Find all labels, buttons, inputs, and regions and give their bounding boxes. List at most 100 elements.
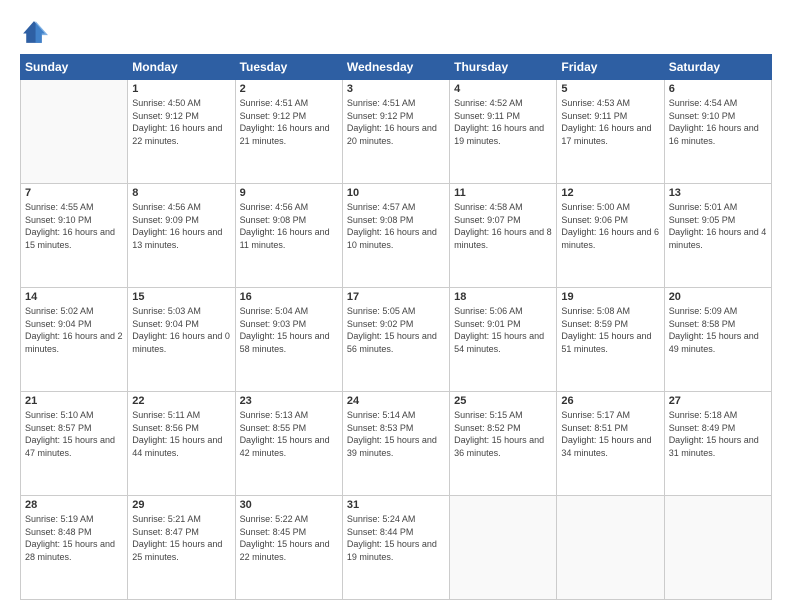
day-cell: 4Sunrise: 4:52 AMSunset: 9:11 PMDaylight…: [450, 80, 557, 184]
day-info: Sunrise: 5:18 AMSunset: 8:49 PMDaylight:…: [669, 409, 767, 459]
day-info: Sunrise: 5:00 AMSunset: 9:06 PMDaylight:…: [561, 201, 659, 251]
day-cell: 6 Sunrise: 4:54 AMSunset: 9:10 PMDaylight…: [664, 80, 771, 184]
day-info: Sunrise: 5:03 AMSunset: 9:04 PMDaylight:…: [132, 305, 230, 355]
day-info: Sunrise: 5:15 AMSunset: 8:52 PMDaylight:…: [454, 409, 552, 459]
weekday-row: SundayMondayTuesdayWednesdayThursdayFrid…: [21, 55, 772, 80]
day-number: 6: [669, 83, 767, 95]
week-row-5: 28 Sunrise: 5:19 AMSunset: 8:48 PMDayligh…: [21, 496, 772, 600]
day-number: 17: [347, 291, 445, 303]
day-number: 7: [25, 187, 123, 199]
day-number: 9: [240, 187, 338, 199]
day-info: Sunrise: 5:22 AMSunset: 8:45 PMDaylight:…: [240, 513, 338, 563]
day-info: Sunrise: 5:08 AMSunset: 8:59 PMDaylight:…: [561, 305, 659, 355]
day-cell: 15 Sunrise: 5:03 AMSunset: 9:04 PMDayligh…: [128, 288, 235, 392]
day-cell: 14Sunrise: 5:02 AMSunset: 9:04 PMDayligh…: [21, 288, 128, 392]
day-number: 2: [240, 83, 338, 95]
day-number: 13: [669, 187, 767, 199]
day-number: 16: [240, 291, 338, 303]
day-info: Sunrise: 4:54 AMSunset: 9:10 PMDaylight:…: [669, 97, 767, 147]
day-number: 31: [347, 499, 445, 511]
day-cell: 27Sunrise: 5:18 AMSunset: 8:49 PMDayligh…: [664, 392, 771, 496]
day-info: Sunrise: 5:06 AMSunset: 9:01 PMDaylight:…: [454, 305, 552, 355]
day-cell: 28 Sunrise: 5:19 AMSunset: 8:48 PMDayligh…: [21, 496, 128, 600]
day-number: 4: [454, 83, 552, 95]
day-cell: 17Sunrise: 5:05 AMSunset: 9:02 PMDayligh…: [342, 288, 449, 392]
day-cell: 9Sunrise: 4:56 AMSunset: 9:08 PMDaylight…: [235, 184, 342, 288]
day-cell: 16 Sunrise: 5:04 AMSunset: 9:03 PMDayligh…: [235, 288, 342, 392]
day-cell: 18 Sunrise: 5:06 AMSunset: 9:01 PMDayligh…: [450, 288, 557, 392]
day-number: 19: [561, 291, 659, 303]
weekday-header-wednesday: Wednesday: [342, 55, 449, 80]
day-info: Sunrise: 4:58 AMSunset: 9:07 PMDaylight:…: [454, 201, 552, 251]
calendar-table: SundayMondayTuesdayWednesdayThursdayFrid…: [20, 54, 772, 600]
calendar-body: 1 Sunrise: 4:50 AMSunset: 9:12 PMDaylight…: [21, 80, 772, 600]
day-cell: 31 Sunrise: 5:24 AMSunset: 8:44 PMDayligh…: [342, 496, 449, 600]
day-cell: 2 Sunrise: 4:51 AMSunset: 9:12 PMDaylight…: [235, 80, 342, 184]
day-number: 1: [132, 83, 230, 95]
day-cell: 22 Sunrise: 5:11 AMSunset: 8:56 PMDayligh…: [128, 392, 235, 496]
day-info: Sunrise: 5:21 AMSunset: 8:47 PMDaylight:…: [132, 513, 230, 563]
logo-icon: [20, 18, 48, 46]
day-number: 11: [454, 187, 552, 199]
day-info: Sunrise: 5:24 AMSunset: 8:44 PMDaylight:…: [347, 513, 445, 563]
day-number: 28: [25, 499, 123, 511]
day-number: 10: [347, 187, 445, 199]
day-info: Sunrise: 4:51 AMSunset: 9:12 PMDaylight:…: [240, 97, 338, 147]
day-number: 24: [347, 395, 445, 407]
day-cell: 26 Sunrise: 5:17 AMSunset: 8:51 PMDayligh…: [557, 392, 664, 496]
day-number: 12: [561, 187, 659, 199]
day-number: 30: [240, 499, 338, 511]
day-number: 25: [454, 395, 552, 407]
day-info: Sunrise: 5:17 AMSunset: 8:51 PMDaylight:…: [561, 409, 659, 459]
page: SundayMondayTuesdayWednesdayThursdayFrid…: [0, 0, 792, 612]
week-row-3: 14Sunrise: 5:02 AMSunset: 9:04 PMDayligh…: [21, 288, 772, 392]
day-cell: 12 Sunrise: 5:00 AMSunset: 9:06 PMDayligh…: [557, 184, 664, 288]
day-info: Sunrise: 5:13 AMSunset: 8:55 PMDaylight:…: [240, 409, 338, 459]
day-cell: 25 Sunrise: 5:15 AMSunset: 8:52 PMDayligh…: [450, 392, 557, 496]
day-cell: [664, 496, 771, 600]
day-number: 8: [132, 187, 230, 199]
day-cell: 5Sunrise: 4:53 AMSunset: 9:11 PMDaylight…: [557, 80, 664, 184]
day-info: Sunrise: 5:11 AMSunset: 8:56 PMDaylight:…: [132, 409, 230, 459]
day-cell: 29 Sunrise: 5:21 AMSunset: 8:47 PMDayligh…: [128, 496, 235, 600]
day-number: 29: [132, 499, 230, 511]
day-info: Sunrise: 5:04 AMSunset: 9:03 PMDaylight:…: [240, 305, 338, 355]
header: [20, 18, 772, 46]
day-cell: 10 Sunrise: 4:57 AMSunset: 9:08 PMDayligh…: [342, 184, 449, 288]
day-number: 14: [25, 291, 123, 303]
logo: [20, 18, 52, 46]
week-row-2: 7 Sunrise: 4:55 AMSunset: 9:10 PMDaylight…: [21, 184, 772, 288]
day-info: Sunrise: 5:19 AMSunset: 8:48 PMDaylight:…: [25, 513, 123, 563]
day-cell: 24 Sunrise: 5:14 AMSunset: 8:53 PMDayligh…: [342, 392, 449, 496]
day-cell: 30 Sunrise: 5:22 AMSunset: 8:45 PMDayligh…: [235, 496, 342, 600]
day-cell: 3Sunrise: 4:51 AMSunset: 9:12 PMDaylight…: [342, 80, 449, 184]
day-number: 21: [25, 395, 123, 407]
weekday-header-sunday: Sunday: [21, 55, 128, 80]
day-cell: 1 Sunrise: 4:50 AMSunset: 9:12 PMDaylight…: [128, 80, 235, 184]
day-cell: 7 Sunrise: 4:55 AMSunset: 9:10 PMDaylight…: [21, 184, 128, 288]
calendar-header: SundayMondayTuesdayWednesdayThursdayFrid…: [21, 55, 772, 80]
day-cell: 13Sunrise: 5:01 AMSunset: 9:05 PMDayligh…: [664, 184, 771, 288]
weekday-header-friday: Friday: [557, 55, 664, 80]
day-number: 18: [454, 291, 552, 303]
day-info: Sunrise: 4:50 AMSunset: 9:12 PMDaylight:…: [132, 97, 230, 147]
day-number: 3: [347, 83, 445, 95]
day-cell: [450, 496, 557, 600]
weekday-header-saturday: Saturday: [664, 55, 771, 80]
weekday-header-thursday: Thursday: [450, 55, 557, 80]
day-cell: [21, 80, 128, 184]
day-cell: 20Sunrise: 5:09 AMSunset: 8:58 PMDayligh…: [664, 288, 771, 392]
day-info: Sunrise: 5:10 AMSunset: 8:57 PMDaylight:…: [25, 409, 123, 459]
day-number: 15: [132, 291, 230, 303]
week-row-4: 21 Sunrise: 5:10 AMSunset: 8:57 PMDayligh…: [21, 392, 772, 496]
day-info: Sunrise: 5:14 AMSunset: 8:53 PMDaylight:…: [347, 409, 445, 459]
day-number: 5: [561, 83, 659, 95]
day-cell: 21 Sunrise: 5:10 AMSunset: 8:57 PMDayligh…: [21, 392, 128, 496]
day-number: 22: [132, 395, 230, 407]
day-cell: 8 Sunrise: 4:56 AMSunset: 9:09 PMDaylight…: [128, 184, 235, 288]
day-info: Sunrise: 4:57 AMSunset: 9:08 PMDaylight:…: [347, 201, 445, 251]
day-info: Sunrise: 4:56 AMSunset: 9:09 PMDaylight:…: [132, 201, 230, 251]
day-number: 26: [561, 395, 659, 407]
day-info: Sunrise: 4:55 AMSunset: 9:10 PMDaylight:…: [25, 201, 123, 251]
day-cell: 11 Sunrise: 4:58 AMSunset: 9:07 PMDayligh…: [450, 184, 557, 288]
